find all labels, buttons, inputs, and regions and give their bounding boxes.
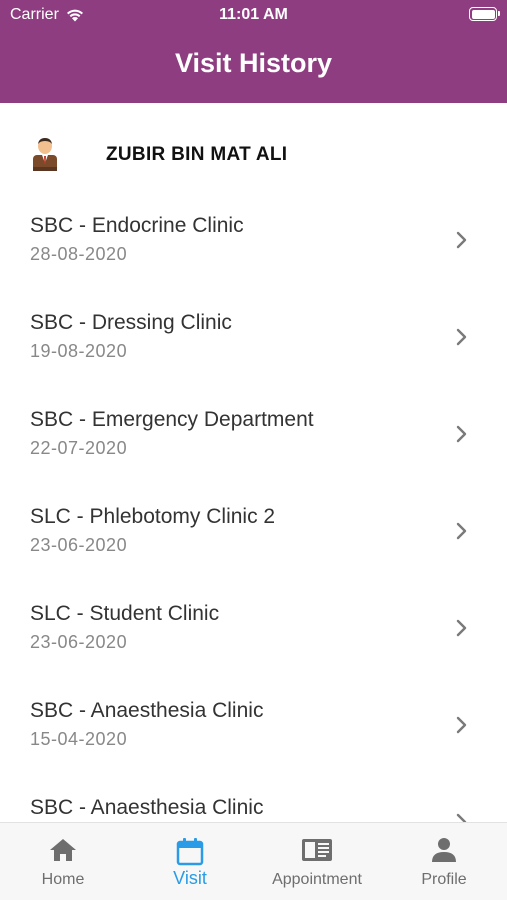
calendar-icon — [176, 838, 204, 866]
chevron-right-icon — [456, 425, 467, 443]
visit-date: 15-04-2020 — [30, 729, 128, 749]
visit-row[interactable]: SBC - Anaesthesia Clinic 15-04-2020 — [0, 675, 507, 772]
battery-icon — [469, 7, 500, 21]
person-icon — [432, 838, 456, 862]
chevron-right-icon — [456, 619, 467, 637]
visit-clinic-name: SBC - Endocrine Clinic — [30, 214, 244, 237]
visit-clinic-name: SBC - Anaesthesia Clinic — [30, 796, 264, 819]
visit-row[interactable]: SBC - Emergency Department 22-07-2020 — [0, 384, 507, 481]
tab-profile-label: Profile — [421, 871, 467, 888]
status-bar: Carrier 11:01 AM — [0, 0, 507, 30]
visit-row[interactable]: SLC - Phlebotomy Clinic 2 23-06-2020 — [0, 481, 507, 578]
visit-date: 28-08-2020 — [30, 244, 128, 264]
visit-date: 23-06-2020 — [30, 632, 128, 652]
battery-fill — [471, 9, 495, 19]
visit-date: 23-06-2020 — [30, 535, 128, 555]
visit-clinic-name: SLC - Phlebotomy Clinic 2 — [30, 505, 276, 528]
person-avatar-icon — [33, 138, 57, 171]
tab-home[interactable]: Home — [0, 823, 126, 901]
chevron-right-icon — [456, 716, 467, 734]
status-time: 11:01 AM — [219, 6, 288, 23]
chevron-right-icon — [456, 522, 467, 540]
tab-visit[interactable]: Visit — [127, 823, 253, 901]
page-title: Visit History — [174, 48, 333, 78]
visit-clinic-name: SBC - Dressing Clinic — [30, 311, 232, 334]
bottom-tab-bar: Home Visit Appointment Profile — [0, 822, 507, 900]
book-icon — [302, 839, 332, 861]
patient-name: ZUBIR BIN MAT ALI — [106, 144, 288, 165]
visit-row[interactable]: SBC - Endocrine Clinic 28-08-2020 — [0, 190, 507, 287]
patient-header: ZUBIR BIN MAT ALI — [0, 103, 507, 203]
tab-visit-label: Visit — [173, 868, 207, 888]
home-icon — [50, 839, 76, 861]
chevron-right-icon — [456, 813, 467, 822]
visit-row[interactable]: SBC - Dressing Clinic 19-08-2020 — [0, 287, 507, 384]
visit-clinic-name: SBC - Emergency Department — [30, 408, 314, 431]
visit-clinic-name: SBC - Anaesthesia Clinic — [30, 699, 264, 722]
chevron-right-icon — [456, 231, 467, 249]
visit-list[interactable]: SBC - Endocrine Clinic 28-08-2020 SBC - … — [0, 190, 507, 822]
tab-profile[interactable]: Profile — [381, 823, 507, 901]
header-bar: Carrier 11:01 AM Visit History — [0, 0, 507, 103]
visit-date: 19-08-2020 — [30, 341, 128, 361]
visit-row[interactable]: SLC - Student Clinic 23-06-2020 — [0, 578, 507, 675]
tab-home-label: Home — [41, 871, 85, 888]
chevron-right-icon — [456, 328, 467, 346]
tab-appointment-label: Appointment — [272, 871, 362, 888]
visit-row[interactable]: SBC - Anaesthesia Clinic — [0, 772, 507, 822]
tab-appointment[interactable]: Appointment — [254, 823, 380, 901]
visit-clinic-name: SLC - Student Clinic — [30, 602, 220, 625]
visit-date: 22-07-2020 — [30, 438, 128, 458]
